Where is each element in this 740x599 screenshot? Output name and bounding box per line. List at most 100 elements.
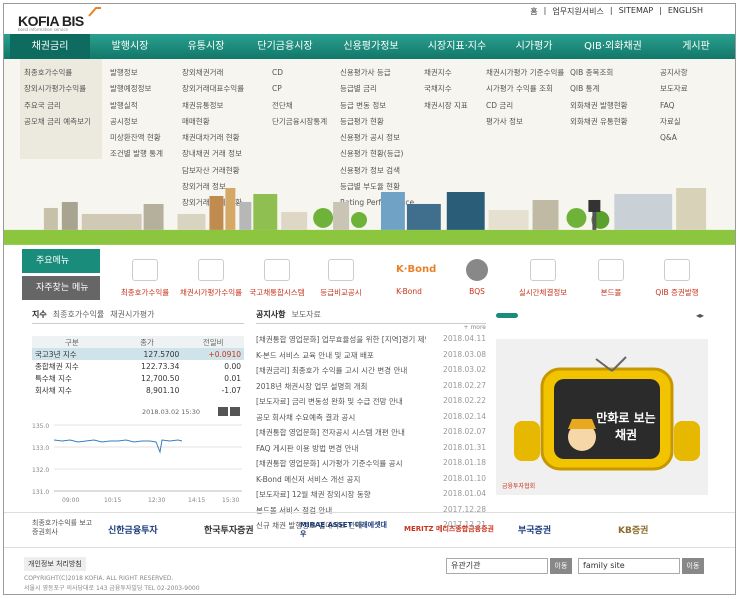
list-item[interactable]: [채권통합 영업문화] 업무효율성을 위한 [지역]경기 제안 2018.04.1… [256, 334, 486, 350]
promo-nav-arrows-icon[interactable]: ◂▸ [696, 311, 704, 320]
notice-date: 2018.02.22 [443, 396, 486, 405]
menu-item[interactable]: QIB 통계 [570, 81, 628, 97]
family-site-go-button[interactable]: 이동 [682, 558, 704, 574]
favorite-menu-tab[interactable]: 자주찾는 메뉴 [22, 276, 100, 300]
nav-issue-market[interactable]: 발행시장 [90, 34, 170, 59]
list-item[interactable]: 공모 회사채 수요예측 결과 공시 2018.02.14 [256, 412, 486, 428]
menu-item[interactable]: 시가평가 수익률 조회 [486, 81, 564, 97]
link-sitemap[interactable]: SITEMAP [619, 6, 654, 17]
menu-item[interactable]: CD [272, 65, 327, 81]
quick-rating-compare[interactable]: 등급비교공시 [306, 259, 376, 298]
menu-item[interactable]: 전단채 [272, 98, 327, 114]
quick-qib-issue[interactable]: QIB 증권발행 [642, 259, 712, 298]
link-service[interactable]: 업무지원서비스 [552, 6, 604, 17]
nav-bond-rates[interactable]: 채권금리 [10, 34, 90, 59]
menu-item[interactable]: 채권시장 지표 [424, 98, 468, 114]
menu-item[interactable]: 국채지수 [424, 81, 468, 97]
list-item[interactable]: [채권통합 영업문화] 전자공시 시스템 개편 안내 2018.02.07 [256, 427, 486, 443]
menu-item[interactable]: 매매현황 [182, 114, 244, 130]
nav-short-term-market[interactable]: 단기금융시장 [242, 34, 328, 59]
menu-item[interactable]: 채권지수 [424, 65, 468, 81]
partner-kb[interactable]: KB증권 [618, 523, 648, 536]
privacy-link[interactable]: 개인정보 처리방침 [24, 557, 86, 571]
link-home[interactable]: 홈 [530, 6, 537, 17]
promo-banner[interactable]: 만화로 보는 채권 금융투자협회 [496, 339, 708, 495]
menu-item[interactable]: 신용평가사 등급 [340, 65, 414, 81]
quick-treasury-system[interactable]: 국고채통합시스템 [242, 259, 312, 298]
logo[interactable]: KOFIA BIS bond information service [18, 7, 108, 32]
list-item[interactable]: [채권통합 영업문화] 시가평가 기준수익률 공시 2018.01.18 [256, 458, 486, 474]
menu-item[interactable]: QIB 종목조회 [570, 65, 628, 81]
menu-item[interactable]: 최종호가수익률 [24, 65, 102, 81]
quick-final-quote-yield[interactable]: 최종호가수익률 [110, 259, 180, 298]
quick-realtime-trade[interactable]: 실시간체결정보 [508, 259, 578, 298]
list-item[interactable]: [채권금리] 최종호가 수익률 고시 시간 변경 안내 2018.03.02 [256, 365, 486, 381]
menu-item[interactable]: 등급평가 현황 [340, 114, 414, 130]
notice-date: 2018.02.27 [443, 380, 486, 390]
quick-bqs[interactable]: BQS [442, 259, 512, 296]
related-org-go-button[interactable]: 이동 [550, 558, 572, 574]
table-row[interactable]: 종합채권 지수 122.73.34 0.00 [32, 360, 244, 372]
y-tick: 132.0 [32, 467, 49, 474]
tab-final-quote[interactable]: 최종호가수익률 [53, 309, 105, 320]
menu-item[interactable]: 발행실적 [110, 98, 163, 114]
partner-korea-investment[interactable]: 한국투자증권 [204, 523, 254, 536]
quick-bondmall[interactable]: 본드몰 [576, 259, 646, 298]
table-row[interactable]: 회사채 지수 8,901.10 -1.07 [32, 384, 244, 396]
menu-item[interactable]: 단기금융시장통계 [272, 114, 327, 130]
menu-item[interactable]: 공모채 금리 예측보기 [24, 114, 102, 130]
nav-market-index[interactable]: 시장지표·지수 [414, 34, 500, 59]
menu-item[interactable]: 자료실 [660, 114, 688, 130]
link-english[interactable]: ENGLISH [668, 6, 703, 17]
checklist-icon [530, 259, 556, 281]
main-menu-tab[interactable]: 주요메뉴 [22, 249, 100, 273]
list-item[interactable]: FAQ 게시판 이용 방법 변경 안내 2018.01.31 [256, 443, 486, 459]
more-link[interactable]: + more [256, 324, 486, 334]
menu-item[interactable]: 외화채권 유통현황 [570, 114, 628, 130]
list-item[interactable]: K-Bond 메신저 서비스 개선 공지 2018.01.10 [256, 474, 486, 490]
partner-meritz[interactable]: MERITZ 메리츠종합금융증권 [404, 524, 494, 534]
menu-item[interactable]: 채권시가평가 기준수익률 [486, 65, 564, 81]
menu-item[interactable]: 외화채권 발행현황 [570, 98, 628, 114]
next-arrow-icon[interactable] [230, 407, 240, 416]
menu-item[interactable]: 장외거래대표수익률 [182, 81, 244, 97]
menu-item[interactable]: 채권유통정보 [182, 98, 244, 114]
nav-circulation-market[interactable]: 유통시장 [170, 34, 242, 59]
menu-item[interactable]: 등급별 금리 [340, 81, 414, 97]
menu-item[interactable]: 장외시가평가수익률 [24, 81, 102, 97]
menu-item[interactable]: FAQ [660, 98, 688, 114]
menu-item[interactable]: CD 금리 [486, 98, 564, 114]
menu-item[interactable]: 평가사 정보 [486, 114, 564, 130]
tab-valuation[interactable]: 채권시가평가 [110, 309, 154, 320]
nav-credit-rating[interactable]: 신용평가정보 [328, 34, 414, 59]
menu-item[interactable]: 공지사항 [660, 65, 688, 81]
menu-item[interactable]: 주요국 금리 [24, 98, 102, 114]
menu-item[interactable]: 발행예정정보 [110, 81, 163, 97]
partner-shinhan[interactable]: 신한금융투자 [108, 523, 158, 536]
list-item[interactable]: [보도자료] 금리 변동성 완화 및 수급 전망 안내 2018.02.22 [256, 396, 486, 412]
list-item[interactable]: K-본드 서비스 교육 안내 및 교재 배포 2018.03.08 [256, 350, 486, 366]
quick-k-bond[interactable]: K·Bond K-Bond [374, 259, 444, 296]
menu-item[interactable]: CP [272, 81, 327, 97]
table-row[interactable]: 특수채 지수 12,700.50 0.01 [32, 372, 244, 384]
tab-index[interactable]: 지수 [32, 309, 47, 320]
menu-item[interactable]: 발행정보 [110, 65, 163, 81]
tab-notice[interactable]: 공지사항 [256, 309, 285, 320]
nav-market-valuation[interactable]: 시가평가 [500, 34, 568, 59]
menu-item[interactable]: 보도자료 [660, 81, 688, 97]
list-item[interactable]: [보도자료] 12월 채권 장외시장 동향 2018.01.04 [256, 489, 486, 505]
prev-arrow-icon[interactable] [218, 407, 228, 416]
list-item[interactable]: 2018년 채권시장 업무 설명회 개최 2018.02.27 [256, 381, 486, 397]
menu-item[interactable]: 등급 변동 정보 [340, 98, 414, 114]
nav-board[interactable]: 게시판 [658, 34, 734, 59]
partner-mirae[interactable]: MIRAE ASSET 미래에셋대우 [300, 521, 390, 539]
related-org-select[interactable]: 유관기관 [446, 558, 548, 574]
menu-item[interactable]: 장외채권거래 [182, 65, 244, 81]
nav-qib-foreign-bond[interactable]: QIB·외화채권 [568, 34, 658, 59]
menu-item[interactable]: 공시정보 [110, 114, 163, 130]
partner-bookook[interactable]: 부국증권 [518, 523, 551, 536]
tab-press[interactable]: 보도자료 [291, 309, 320, 320]
table-row[interactable]: 국고3년 지수 127.5700 +0.0910 [32, 348, 244, 360]
family-site-select[interactable]: family site [578, 558, 680, 574]
quick-valuation-yield[interactable]: 채권시가평가수익률 [176, 259, 246, 298]
